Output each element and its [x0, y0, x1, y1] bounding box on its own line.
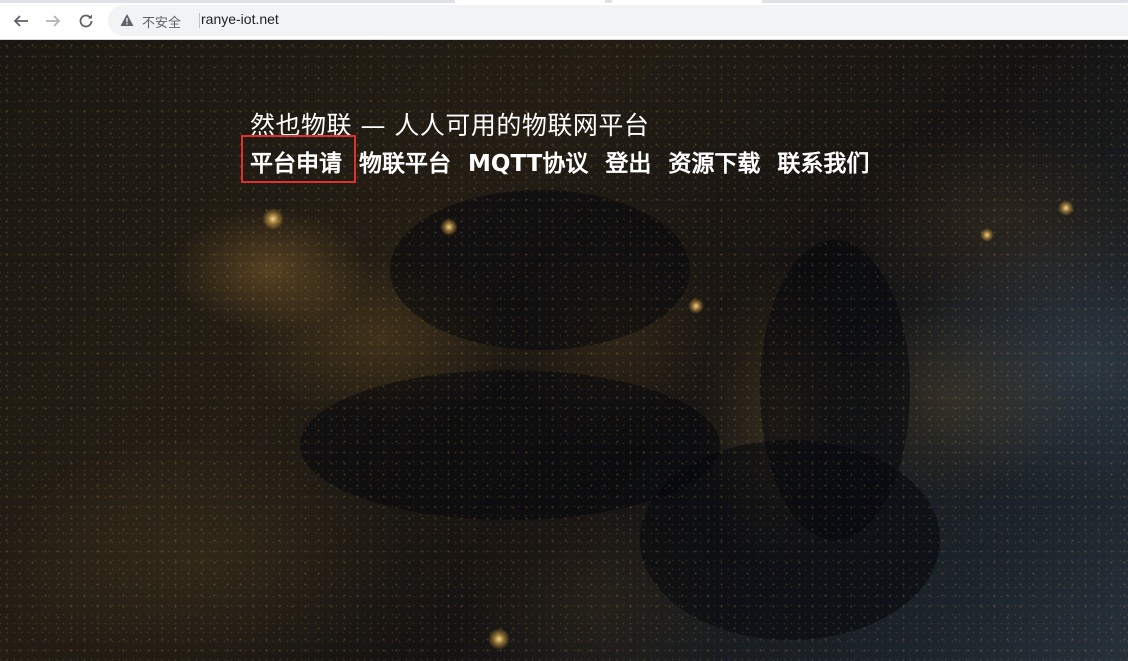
- city-light: [440, 218, 458, 236]
- city-light: [688, 298, 704, 314]
- back-button[interactable]: [10, 10, 32, 32]
- warning-icon: [120, 14, 134, 26]
- reload-icon: [79, 14, 93, 28]
- city-light: [1058, 200, 1074, 216]
- reload-button[interactable]: [75, 10, 97, 32]
- tab-divider: [612, 0, 762, 3]
- nav-link-mqtt-protocol[interactable]: MQTT协议: [468, 144, 588, 178]
- nav-link-logout[interactable]: 登出: [605, 144, 651, 178]
- city-light: [488, 628, 510, 650]
- nav-link-iot-platform[interactable]: 物联平台: [359, 144, 451, 178]
- forward-button[interactable]: [42, 10, 64, 32]
- arrow-left-icon: [13, 15, 28, 27]
- nav-link-contact-us[interactable]: 联系我们: [777, 144, 869, 178]
- city-light: [262, 208, 284, 230]
- highlight-box: [241, 135, 356, 183]
- city-light: [980, 228, 994, 242]
- tab-divider: [455, 0, 605, 3]
- url-text[interactable]: ranye-iot.net: [201, 11, 279, 27]
- tab-strip: [0, 0, 1128, 3]
- omnibox-separator: [199, 13, 200, 28]
- arrow-right-icon: [46, 15, 61, 27]
- address-bar[interactable]: 不安全 ranye-iot.net: [108, 5, 1128, 36]
- nav-link-resource-download[interactable]: 资源下载: [668, 144, 760, 178]
- security-status-label[interactable]: 不安全: [142, 12, 181, 31]
- browser-toolbar: 不安全 ranye-iot.net: [0, 0, 1128, 40]
